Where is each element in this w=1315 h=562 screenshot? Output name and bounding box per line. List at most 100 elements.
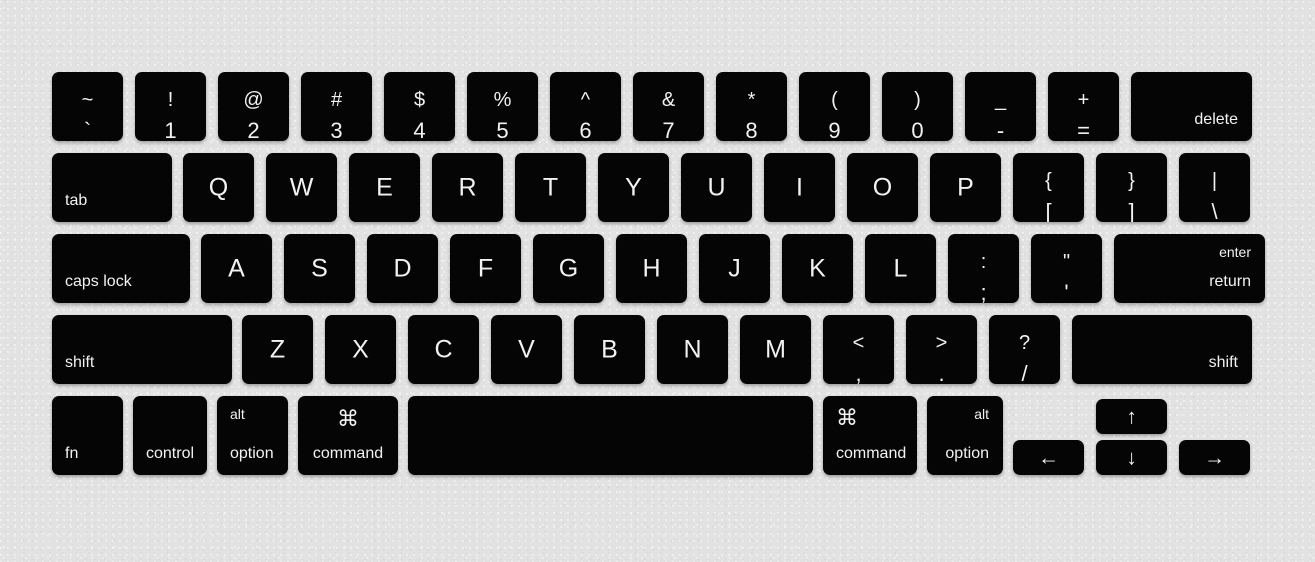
key-legend-label: X	[352, 335, 369, 363]
key-legend-label: L	[893, 254, 908, 282]
key-period[interactable]: >.	[906, 315, 977, 384]
key-legend-top: <	[852, 332, 865, 354]
key-f[interactable]: F	[450, 234, 521, 303]
key-arrow-right[interactable]: →	[1179, 440, 1250, 475]
key-return[interactable]: enter return	[1114, 234, 1265, 303]
key-legend-bottom: 6	[579, 118, 592, 142]
key-legend-label: Y	[625, 173, 642, 201]
key-legend-top: _	[994, 89, 1007, 111]
key-backslash[interactable]: | \	[1179, 153, 1250, 222]
key-legend-label: delete	[1194, 111, 1238, 128]
key-legend-label: F	[477, 254, 494, 282]
key-legend-label: command	[836, 445, 907, 462]
key-legend-label: O	[872, 173, 893, 201]
key-legend-label: fn	[65, 445, 79, 462]
key-l[interactable]: L	[865, 234, 936, 303]
key-comma[interactable]: <,	[823, 315, 894, 384]
key-0[interactable]: ) 0	[882, 72, 953, 141]
key-command-left[interactable]: ⌘ command	[298, 396, 398, 475]
key-2[interactable]: @2	[218, 72, 289, 141]
key-c[interactable]: C	[408, 315, 479, 384]
key-legend-label: control	[146, 445, 195, 462]
key-j[interactable]: J	[699, 234, 770, 303]
key-1[interactable]: ! 1	[135, 72, 206, 141]
key-4[interactable]: $4	[384, 72, 455, 141]
key-legend-label: P	[957, 173, 974, 201]
key-legend-top: "	[1062, 251, 1071, 273]
key-x[interactable]: X	[325, 315, 396, 384]
key-n[interactable]: N	[657, 315, 728, 384]
key-legend-top: %	[493, 89, 512, 111]
key-d[interactable]: D	[367, 234, 438, 303]
key-fn[interactable]: fn	[52, 396, 123, 475]
key-b[interactable]: B	[574, 315, 645, 384]
key-backtick[interactable]: ~ `	[52, 72, 123, 141]
key-a[interactable]: A	[201, 234, 272, 303]
key-legend-bottom: 8	[745, 118, 758, 142]
key-7[interactable]: & 7	[633, 72, 704, 141]
key-z[interactable]: Z	[242, 315, 313, 384]
key-equal[interactable]: + =	[1048, 72, 1119, 141]
key-space[interactable]	[408, 396, 813, 475]
keyboard: ~ `! 1 @2 #3 $4% 5 ^ 6 & 7 * 8(9) 0 _ - + = delete tab Q W E R T…	[0, 0, 1315, 562]
key-9[interactable]: (9	[799, 72, 870, 141]
arrow-glyph-icon: ↓	[1126, 446, 1137, 469]
key-legend-bottom: 9	[828, 118, 841, 142]
key-s[interactable]: S	[284, 234, 355, 303]
key-control[interactable]: control	[133, 396, 207, 475]
key-e[interactable]: E	[349, 153, 420, 222]
key-q[interactable]: Q	[183, 153, 254, 222]
key-g[interactable]: G	[533, 234, 604, 303]
key-u[interactable]: U	[681, 153, 752, 222]
key-k[interactable]: K	[782, 234, 853, 303]
key-legend-bottom: option	[230, 445, 274, 462]
key-legend-label: C	[434, 335, 453, 363]
key-legend-bottom: [	[1045, 199, 1052, 223]
key-bracket-left[interactable]: {[	[1013, 153, 1084, 222]
key-5[interactable]: % 5	[467, 72, 538, 141]
key-6[interactable]: ^ 6	[550, 72, 621, 141]
key-legend-label: V	[518, 335, 535, 363]
key-quote[interactable]: " '	[1031, 234, 1102, 303]
key-legend-top: +	[1077, 89, 1090, 111]
key-legend-bottom: return	[1209, 273, 1251, 290]
key-shift-right[interactable]: shift	[1072, 315, 1252, 384]
key-t[interactable]: T	[515, 153, 586, 222]
key-slash[interactable]: ? /	[989, 315, 1060, 384]
key-legend-bottom: =	[1077, 118, 1090, 142]
key-o[interactable]: O	[847, 153, 918, 222]
key-option-left[interactable]: alt option	[217, 396, 288, 475]
key-legend-bottom: 1	[164, 118, 177, 142]
key-tab[interactable]: tab	[52, 153, 172, 222]
key-minus[interactable]: _ -	[965, 72, 1036, 141]
key-v[interactable]: V	[491, 315, 562, 384]
key-arrow-up[interactable]: ↑	[1096, 399, 1167, 434]
key-8[interactable]: * 8	[716, 72, 787, 141]
key-option-right[interactable]: alt option	[927, 396, 1003, 475]
key-legend-label: R	[458, 173, 477, 201]
key-arrow-down[interactable]: ↓	[1096, 440, 1167, 475]
key-p[interactable]: P	[930, 153, 1001, 222]
key-delete[interactable]: delete	[1131, 72, 1252, 141]
key-legend-label: tab	[65, 192, 88, 209]
key-shift-left[interactable]: shift	[52, 315, 232, 384]
key-w[interactable]: W	[266, 153, 337, 222]
key-command-right[interactable]: ⌘ command	[823, 396, 917, 475]
key-legend-label: D	[393, 254, 412, 282]
key-r[interactable]: R	[432, 153, 503, 222]
key-legend-bottom: ]	[1128, 199, 1135, 223]
key-i[interactable]: I	[764, 153, 835, 222]
key-arrow-left[interactable]: ←	[1013, 440, 1084, 475]
key-m[interactable]: M	[740, 315, 811, 384]
key-3[interactable]: #3	[301, 72, 372, 141]
arrow-glyph-icon: ←	[1038, 446, 1059, 469]
key-h[interactable]: H	[616, 234, 687, 303]
key-caps-lock[interactable]: caps lock	[52, 234, 190, 303]
key-legend-top: enter	[1219, 244, 1251, 260]
key-legend-label: J	[728, 254, 741, 282]
key-legend-label: A	[228, 254, 245, 282]
key-semicolon[interactable]: :;	[948, 234, 1019, 303]
key-legend-bottom: 3	[330, 118, 343, 142]
key-bracket-right[interactable]: }]	[1096, 153, 1167, 222]
key-y[interactable]: Y	[598, 153, 669, 222]
